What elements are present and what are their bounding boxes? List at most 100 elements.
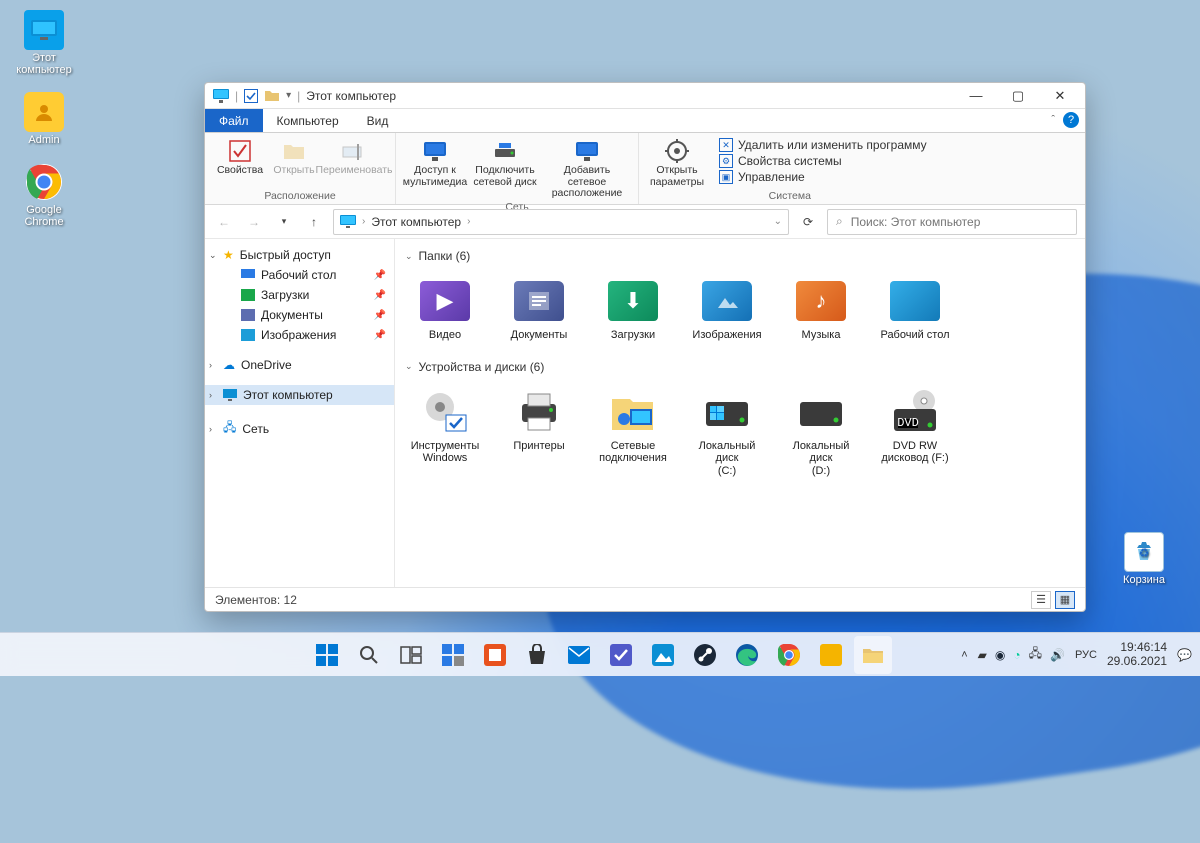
nav-recent-button[interactable]: ▾ <box>273 211 295 233</box>
search-button[interactable] <box>350 636 388 674</box>
taskbar-app-office[interactable] <box>476 636 514 674</box>
search-input[interactable] <box>851 215 1068 229</box>
content-area: ⌄Папки (6) ▶Видео Документы ⬇Загрузки Из… <box>395 239 1085 587</box>
ribbon-link-uninstall[interactable]: ✕Удалить или изменить программу <box>719 138 927 152</box>
maximize-button[interactable]: ▢ <box>997 83 1039 109</box>
address-bar[interactable]: › Этот компьютер › ⌄ <box>333 209 789 235</box>
taskbar-app-chrome[interactable] <box>770 636 808 674</box>
device-disk-c[interactable]: Локальный диск(C:) <box>687 384 767 482</box>
device-printers[interactable]: Принтеры <box>499 384 579 482</box>
taskbar-app-steam[interactable] <box>686 636 724 674</box>
tray-clock[interactable]: 19:46:14 29.06.2021 <box>1107 641 1167 669</box>
taskbar-app-tool[interactable] <box>812 636 850 674</box>
folder-downloads[interactable]: ⬇Загрузки <box>593 273 673 346</box>
start-button[interactable] <box>308 636 346 674</box>
taskbar-app-todo[interactable] <box>602 636 640 674</box>
monitor-icon <box>213 89 229 103</box>
tray-notifications-icon[interactable]: 💬 <box>1177 648 1192 662</box>
status-bar: Элементов: 12 ☰ ▦ <box>205 587 1085 611</box>
folder-desktop[interactable]: Рабочий стол <box>875 273 955 346</box>
tab-view[interactable]: Вид <box>353 109 403 132</box>
help-button[interactable]: ? <box>1063 112 1079 128</box>
view-icons-button[interactable]: ▦ <box>1055 591 1075 609</box>
taskview-button[interactable] <box>392 636 430 674</box>
chevron-down-icon[interactable]: ▾ <box>286 90 291 101</box>
sidebar-network[interactable]: ›🖧Сеть <box>205 415 394 442</box>
tray-icon-volume[interactable]: 🔊 <box>1050 648 1065 662</box>
sidebar-onedrive[interactable]: ›☁OneDrive <box>205 355 394 375</box>
ribbon-tabs: Файл Компьютер Вид ˆ ? <box>205 109 1085 133</box>
desktop-icon-chrome[interactable]: GoogleChrome <box>10 162 78 228</box>
svg-text:♻: ♻ <box>1139 546 1150 560</box>
tab-file[interactable]: Файл <box>205 109 263 132</box>
ribbon-link-sysprops[interactable]: ⚙Свойства системы <box>719 154 927 168</box>
sidebar-quickaccess[interactable]: ⌄★Быстрый доступ <box>205 245 394 265</box>
ribbon-open-settings[interactable]: Открытьпараметры <box>645 135 709 189</box>
ribbon-add-network[interactable]: Добавить сетевоерасположение <box>542 135 632 200</box>
explorer-window: | ▾ | Этот компьютер — ▢ ✕ Файл Компьюте… <box>204 82 1086 612</box>
checkbox-qa-icon[interactable] <box>244 89 258 103</box>
folder-videos[interactable]: ▶Видео <box>405 273 485 346</box>
tray-language[interactable]: РУС <box>1075 649 1097 661</box>
sidebar-downloads[interactable]: Загрузки📌 <box>205 285 394 305</box>
tray-icon-edge[interactable]: ◔ <box>1013 648 1020 662</box>
tray-icon-shield[interactable]: ▰ <box>978 648 987 662</box>
status-text: Элементов: 12 <box>215 593 297 607</box>
ribbon-link-manage[interactable]: ▣Управление <box>719 170 927 184</box>
taskbar-app-mail[interactable] <box>560 636 598 674</box>
ribbon-group-system: Система <box>769 189 811 204</box>
device-network-conn[interactable]: Сетевыеподключения <box>593 384 673 482</box>
taskbar-app-explorer[interactable] <box>854 636 892 674</box>
collapse-ribbon-icon[interactable]: ˆ <box>1051 114 1055 126</box>
ribbon-media-access[interactable]: Доступ кмультимедиа <box>402 135 468 200</box>
nav-back-button[interactable]: ← <box>213 211 235 233</box>
tray-icon-network[interactable]: 🖧 <box>1029 644 1042 665</box>
pin-icon: 📌 <box>374 310 386 321</box>
chevron-down-icon[interactable]: ⌄ <box>774 216 782 227</box>
ribbon-open: Открыть <box>271 135 317 189</box>
chevron-right-icon[interactable]: › <box>362 216 365 227</box>
sidebar-thispc[interactable]: ›Этот компьютер <box>205 385 394 405</box>
section-devices-header[interactable]: ⌄Устройства и диски (6) <box>405 356 1075 378</box>
chevron-down-icon: ⌄ <box>405 361 413 372</box>
chevron-right-icon[interactable]: › <box>467 216 470 227</box>
desktop-icon-thispc[interactable]: Этоткомпьютер <box>10 10 78 76</box>
desktop-icon-recycle[interactable]: ♻ Корзина <box>1110 532 1178 586</box>
search-bar[interactable]: ⌕ <box>827 209 1077 235</box>
taskbar-app-photos[interactable] <box>644 636 682 674</box>
device-disk-d[interactable]: Локальный диск(D:) <box>781 384 861 482</box>
desktop-icon-admin[interactable]: Admin <box>10 92 78 146</box>
sidebar: ⌄★Быстрый доступ Рабочий стол📌 Загрузки📌… <box>205 239 395 587</box>
sidebar-pictures[interactable]: Изображения📌 <box>205 325 394 345</box>
taskbar-app-store[interactable] <box>518 636 556 674</box>
section-folders-header[interactable]: ⌄Папки (6) <box>405 245 1075 267</box>
tray-overflow-icon[interactable]: ˄ <box>961 649 967 661</box>
ribbon-map-drive[interactable]: Подключитьсетевой диск <box>470 135 540 200</box>
tray-icon-steam[interactable]: ◉ <box>995 648 1005 662</box>
close-button[interactable]: ✕ <box>1039 83 1081 109</box>
device-dvd-f[interactable]: DVDDVD RWдисковод (F:) <box>875 384 955 482</box>
titlebar[interactable]: | ▾ | Этот компьютер — ▢ ✕ <box>205 83 1085 109</box>
folder-music[interactable]: ♪Музыка <box>781 273 861 346</box>
folder-qa-icon[interactable] <box>264 89 280 102</box>
separator: | <box>297 89 300 103</box>
view-details-button[interactable]: ☰ <box>1031 591 1051 609</box>
minimize-button[interactable]: — <box>955 83 997 109</box>
address-location[interactable]: Этот компьютер <box>371 215 461 229</box>
folder-pictures[interactable]: Изображения <box>687 273 767 346</box>
nav-forward-button[interactable]: → <box>243 211 265 233</box>
address-bar-row: ← → ▾ ↑ › Этот компьютер › ⌄ ⟳ ⌕ <box>205 205 1085 239</box>
ribbon-group-location: Расположение <box>264 189 335 204</box>
sidebar-desktop[interactable]: Рабочий стол📌 <box>205 265 394 285</box>
nav-up-button[interactable]: ↑ <box>303 211 325 233</box>
ribbon-properties[interactable]: Свойства <box>211 135 269 189</box>
folder-documents[interactable]: Документы <box>499 273 579 346</box>
taskbar-app-edge[interactable] <box>728 636 766 674</box>
refresh-button[interactable]: ⟳ <box>797 211 819 233</box>
pin-icon: 📌 <box>374 330 386 341</box>
widgets-button[interactable] <box>434 636 472 674</box>
tab-computer[interactable]: Компьютер <box>263 109 353 132</box>
device-windows-tools[interactable]: ИнструментыWindows <box>405 384 485 482</box>
monitor-icon <box>340 215 356 228</box>
sidebar-documents[interactable]: Документы📌 <box>205 305 394 325</box>
